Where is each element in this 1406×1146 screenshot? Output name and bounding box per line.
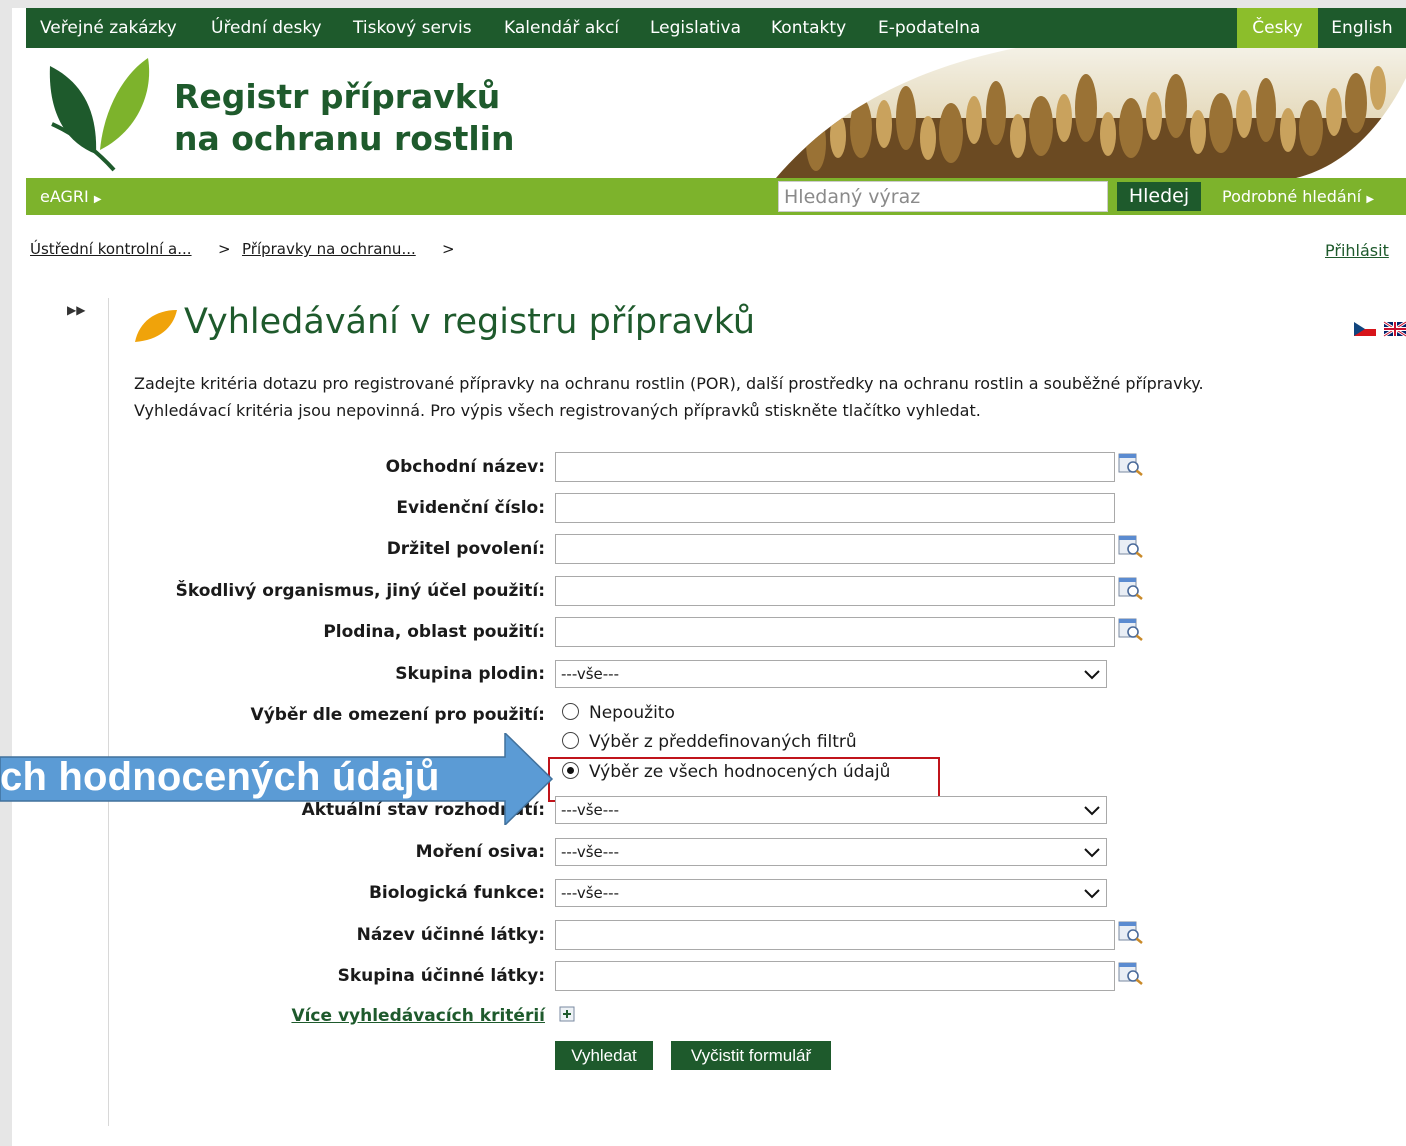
lookup-icon[interactable]	[1118, 452, 1144, 476]
czech-flag-icon[interactable]	[1354, 322, 1376, 336]
trade-name-input[interactable]	[555, 452, 1115, 482]
reg-number-label: Evidenční číslo:	[396, 498, 545, 518]
triangle-right-icon: ▶	[93, 194, 102, 205]
lookup-icon[interactable]	[1118, 961, 1144, 985]
callout-text: ch hodnocených údajů	[0, 755, 440, 799]
leaf-icon	[135, 310, 177, 342]
radio-option-label: Nepoužito	[589, 703, 675, 723]
pest-label: Škodlivý organismus, jiný účel použití:	[175, 581, 545, 601]
intro-text: Zadejte kritéria dotazu pro registrované…	[134, 370, 1204, 424]
lookup-icon[interactable]	[1118, 920, 1144, 944]
active-group-input[interactable]	[555, 961, 1115, 991]
restriction-label: Výběr dle omezení pro použití:	[250, 705, 545, 725]
active-group-label: Skupina účinné látky:	[337, 966, 545, 986]
lookup-icon[interactable]	[1118, 576, 1144, 600]
intro-line-2: Vyhledávací kritéria jsou nepovinná. Pro…	[134, 401, 981, 420]
sidebar-toggle-icon[interactable]: ▶▶	[67, 303, 85, 317]
nav-verejne-zakazky[interactable]: Veřejné zakázky	[40, 8, 177, 48]
content-divider	[108, 298, 109, 1126]
language-czech[interactable]: Česky	[1237, 8, 1318, 48]
breadcrumb-item-pripravky[interactable]: Přípravky na ochranu...	[242, 240, 416, 258]
clear-form-button[interactable]: Vyčistit formulář	[671, 1041, 831, 1070]
pest-input[interactable]	[555, 576, 1115, 606]
search-bar: eAGRI ▶ Hledej Podrobné hledání ▶	[26, 178, 1406, 215]
site-title[interactable]: Registr přípravků na ochranu rostlin	[174, 76, 514, 160]
uk-flag-icon[interactable]	[1383, 320, 1406, 338]
radio-option-label: Výběr z předdefinovaných filtrů	[589, 732, 857, 752]
chevron-down-icon	[1084, 889, 1100, 899]
expand-plus-icon[interactable]	[559, 1006, 575, 1022]
bio-function-value: ---vše---	[561, 884, 619, 902]
chevron-down-icon	[1084, 848, 1100, 858]
site-header: Registr přípravků na ochranu rostlin	[26, 48, 1406, 178]
decision-state-value: ---vše---	[561, 801, 619, 819]
site-search-input[interactable]	[778, 181, 1108, 212]
crop-group-select[interactable]: ---vše---	[555, 660, 1107, 688]
eagri-label: eAGRI	[40, 187, 89, 206]
nav-tiskovy-servis[interactable]: Tiskový servis	[353, 8, 472, 48]
wheat-banner-image	[776, 48, 1406, 178]
crop-group-value: ---vše---	[561, 665, 619, 683]
seed-treatment-select[interactable]: ---vše---	[555, 838, 1107, 866]
lookup-icon[interactable]	[1118, 534, 1144, 558]
chevron-down-icon	[1084, 670, 1100, 680]
site-title-line2: na ochranu rostlin	[174, 119, 515, 158]
chevron-down-icon	[1084, 806, 1100, 816]
nav-kalendar-akci[interactable]: Kalendář akcí	[504, 8, 619, 48]
crop-group-label: Skupina plodin:	[395, 664, 545, 684]
reg-number-input[interactable]	[555, 493, 1115, 523]
language-flags	[1354, 320, 1406, 338]
login-link[interactable]: Přihlásit	[1325, 241, 1389, 260]
more-criteria-link[interactable]: Více vyhledávacích kritérií	[291, 1006, 545, 1026]
breadcrumb-item-ukzuz[interactable]: Ústřední kontrolní a...	[30, 240, 192, 258]
radio-button[interactable]	[562, 732, 579, 749]
seed-treatment-value: ---vše---	[561, 843, 619, 861]
advanced-search-link[interactable]: Podrobné hledání ▶	[1222, 178, 1374, 218]
radio-button[interactable]	[562, 703, 579, 720]
eagri-menu[interactable]: eAGRI ▶	[40, 178, 102, 218]
window-top-edge	[0, 0, 1406, 8]
trade-name-label: Obchodní název:	[385, 457, 545, 477]
crop-label: Plodina, oblast použití:	[323, 622, 545, 642]
nav-e-podatelna[interactable]: E-podatelna	[878, 8, 980, 48]
page-title: Vyhledávání v registru přípravků	[184, 302, 756, 342]
site-title-line1: Registr přípravků	[174, 77, 501, 116]
lookup-icon[interactable]	[1118, 617, 1144, 641]
radio-option-preddefinovane[interactable]: Výběr z předdefinovaných filtrů	[562, 732, 857, 752]
breadcrumb-separator: >	[442, 240, 455, 258]
seed-treatment-label: Moření osiva:	[415, 842, 545, 862]
nav-kontakty[interactable]: Kontakty	[771, 8, 846, 48]
search-submit-button[interactable]: Vyhledat	[555, 1041, 653, 1070]
holder-label: Držitel povolení:	[386, 539, 545, 559]
decision-state-select[interactable]: ---vše---	[555, 796, 1107, 824]
leaves-logo-icon[interactable]	[44, 54, 154, 172]
active-name-input[interactable]	[555, 920, 1115, 950]
breadcrumb-separator: >	[218, 240, 231, 258]
top-navigation: Veřejné zakázky Úřední desky Tiskový ser…	[26, 8, 1406, 48]
nav-legislativa[interactable]: Legislativa	[650, 8, 741, 48]
crop-input[interactable]	[555, 617, 1115, 647]
triangle-right-icon: ▶	[1366, 194, 1375, 205]
nav-uredni-desky[interactable]: Úřední desky	[211, 8, 322, 48]
bio-function-label: Biologická funkce:	[368, 883, 545, 903]
language-english[interactable]: English	[1318, 8, 1406, 48]
site-search-button[interactable]: Hledej	[1117, 182, 1201, 211]
window-left-edge	[0, 0, 12, 1146]
advanced-search-label: Podrobné hledání	[1222, 187, 1362, 206]
active-name-label: Název účinné látky:	[356, 925, 545, 945]
holder-input[interactable]	[555, 534, 1115, 564]
radio-option-nepouzito[interactable]: Nepoužito	[562, 703, 675, 723]
intro-line-1: Zadejte kritéria dotazu pro registrované…	[134, 374, 1204, 393]
bio-function-select[interactable]: ---vše---	[555, 879, 1107, 907]
